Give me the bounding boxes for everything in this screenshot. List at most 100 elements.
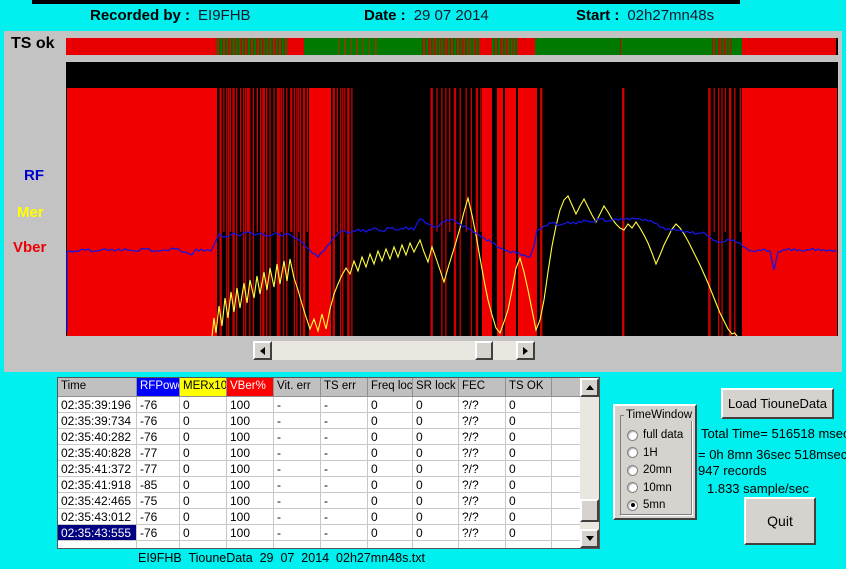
table-cell: 02:35:43:012 [58, 509, 137, 525]
scroll-left-button[interactable] [253, 341, 272, 360]
ts-segment-mix [710, 38, 733, 55]
start-label: Start : [576, 7, 619, 24]
column-header-vit-err[interactable]: Vit. err [274, 378, 321, 397]
ts-segment-fail [518, 38, 535, 55]
table-cell: ?/? [459, 525, 506, 541]
table-cell: ?/? [459, 477, 506, 493]
table-cell: -76 [137, 429, 180, 445]
table-row[interactable]: 02:35:40:282-760100--00?/?0 [58, 429, 581, 445]
radio-10mn[interactable]: 10mn [627, 481, 672, 495]
table-row[interactable]: 02:35:42:465-750100--00?/?0 [58, 493, 581, 509]
column-header-ts-ok[interactable]: TS OK [506, 378, 552, 397]
chart-horizontal-scrollbar[interactable] [253, 341, 535, 360]
table-row[interactable]: 02:35:43:555-760100--00?/?0 [58, 525, 581, 541]
column-header-sr-lock[interactable]: SR lock [413, 378, 459, 397]
radio-label: 20mn [643, 464, 672, 476]
radio-icon [627, 482, 638, 493]
ts-segment-ok [623, 38, 710, 55]
table-cell: -76 [137, 525, 180, 541]
table-cell: - [274, 493, 321, 509]
recorded-by: Recorded by :EI9FHB [90, 7, 251, 27]
table-cell-filler [552, 525, 581, 541]
filename-label: EI9FHB TiouneData 29 07 2014 02h27mn48s.… [138, 551, 425, 565]
start-time: Start : 02h27mn48s [576, 7, 714, 27]
right-arrow-icon [523, 347, 528, 355]
recorded-by-label: Recorded by : [90, 7, 190, 24]
table-cell [58, 541, 137, 549]
table-cell: ?/? [459, 397, 506, 413]
hscrollbar-thumb[interactable] [475, 341, 493, 360]
table-cell-filler [552, 397, 581, 413]
data-table: TimeRFPowerMERx10VBer%Vit. errTS errFreq… [57, 377, 600, 549]
table-cell: 02:35:39:734 [58, 413, 137, 429]
table-cell: 0 [413, 509, 459, 525]
table-row[interactable]: 02:35:41:372-770100--00?/?0 [58, 461, 581, 477]
table-cell: 0 [413, 429, 459, 445]
column-header-time[interactable]: Time [58, 378, 137, 397]
radio-label: 10mn [643, 482, 672, 494]
column-header-merx10[interactable]: MERx10 [180, 378, 227, 397]
quit-button[interactable]: Quit [744, 497, 816, 545]
table-cell: 100 [227, 461, 274, 477]
signal-chart [66, 62, 838, 336]
table-row[interactable]: 02:35:41:918-850100--00?/?0 [58, 477, 581, 493]
table-row[interactable]: 02:35:39:196-760100--00?/?0 [58, 397, 581, 413]
table-cell: 0 [368, 445, 413, 461]
table-row[interactable]: 02:35:40:828-770100--00?/?0 [58, 445, 581, 461]
column-header-filler [552, 378, 581, 397]
table-cell: 0 [368, 477, 413, 493]
column-header-ts-err[interactable]: TS err [321, 378, 368, 397]
column-header-rfpower[interactable]: RFPower [137, 378, 180, 397]
table-cell: 0 [413, 477, 459, 493]
table-cell [506, 541, 552, 549]
chart-panel: TS ok RF Mer Vber [4, 31, 842, 372]
table-cell: 0 [368, 509, 413, 525]
radio-full-data[interactable]: full data [627, 428, 683, 442]
table-cell: - [274, 525, 321, 541]
load-tiounedata-button[interactable]: Load TiouneData [721, 388, 834, 419]
table-cell: 02:35:41:372 [58, 461, 137, 477]
scroll-right-button[interactable] [516, 341, 535, 360]
radio-20mn[interactable]: 20mn [627, 463, 672, 477]
table-row[interactable]: 02:35:39:734-760100--00?/?0 [58, 413, 581, 429]
table-cell: - [274, 429, 321, 445]
ts-segment-ok [535, 38, 618, 55]
ts-segment-mix [420, 38, 480, 55]
table-row[interactable] [58, 541, 581, 549]
table-cell: 100 [227, 429, 274, 445]
table-vertical-scrollbar[interactable] [580, 378, 599, 548]
start-value: 02h27mn48s [627, 7, 714, 24]
table-cell: 0 [368, 413, 413, 429]
ts-segment-mix2 [333, 38, 380, 55]
table-cell: ?/? [459, 429, 506, 445]
scroll-up-button[interactable] [580, 378, 599, 397]
column-header-fec[interactable]: FEC [459, 378, 506, 397]
table-cell: 0 [506, 397, 552, 413]
time-window-groupbox: TimeWindow full data1H20mn10mn5mn [620, 415, 692, 515]
table-cell: - [321, 429, 368, 445]
left-arrow-icon [260, 347, 265, 355]
column-header-vber-[interactable]: VBer% [227, 378, 274, 397]
table-cell: 0 [368, 525, 413, 541]
total-time-text: Total Time= 516518 msec [701, 426, 846, 441]
table-cell-filler [552, 493, 581, 509]
radio-label: full data [643, 429, 683, 441]
table-cell: - [274, 477, 321, 493]
table-body: 02:35:39:196-760100--00?/?002:35:39:734-… [58, 397, 581, 549]
ts-segment-ok [733, 38, 742, 55]
table-cell: - [274, 397, 321, 413]
radio-1h[interactable]: 1H [627, 446, 658, 460]
table-row[interactable]: 02:35:43:012-760100--00?/?0 [58, 509, 581, 525]
scroll-down-button[interactable] [580, 529, 599, 548]
column-header-freq-lock[interactable]: Freq lock [368, 378, 413, 397]
table-cell-filler [552, 413, 581, 429]
table-cell: 02:35:40:828 [58, 445, 137, 461]
table-cell: 100 [227, 445, 274, 461]
radio-5mn[interactable]: 5mn [627, 498, 665, 512]
ts-segment-mix [492, 38, 518, 55]
radio-label: 1H [643, 447, 658, 459]
radio-icon [627, 500, 638, 511]
sample-rate-text: 1.833 sample/sec [707, 481, 809, 496]
vscrollbar-thumb[interactable] [580, 499, 599, 522]
table-cell: 0 [368, 397, 413, 413]
